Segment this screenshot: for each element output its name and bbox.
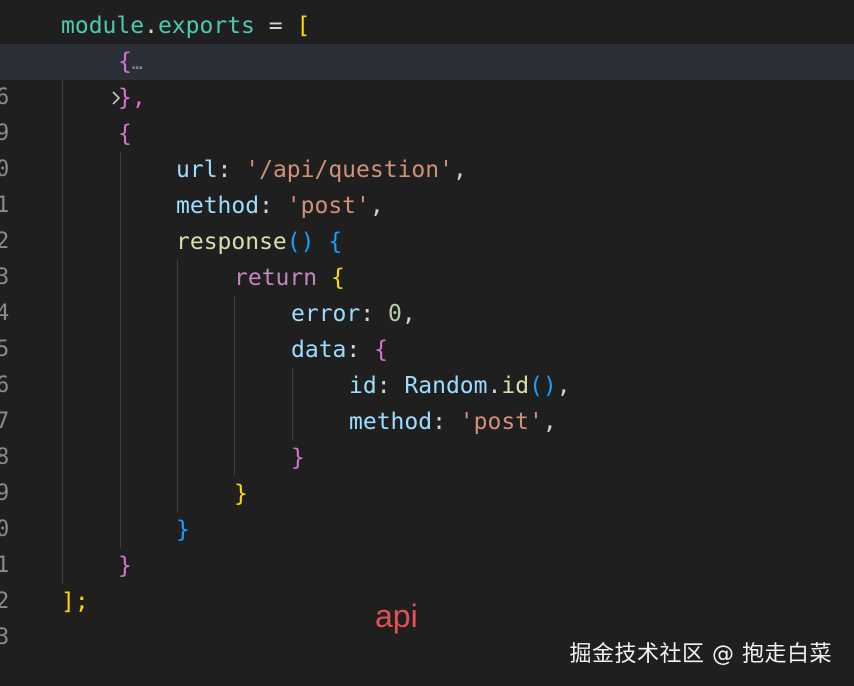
token-dot: . [144, 13, 158, 39]
token-exports: exports [157, 13, 255, 39]
token-close-brace: } [234, 481, 248, 507]
token-paren-close: ) [300, 229, 315, 255]
caption-label: api [375, 598, 418, 634]
token-colon: : [346, 337, 375, 363]
token-id-key: id [349, 373, 377, 399]
token-comma: , [556, 373, 571, 399]
code-line[interactable]: 3 response() { [0, 224, 854, 290]
token-comma: , [542, 409, 557, 435]
token-open-brace: { [118, 121, 132, 147]
code-line[interactable]: 8 method: 'post', [0, 404, 854, 470]
token-response-fn: response [176, 229, 287, 255]
token-error-value: 0 [387, 301, 402, 327]
folded-ellipsis[interactable]: … [132, 53, 143, 74]
token-open-brace: { [374, 337, 388, 363]
token-open-brace: { [330, 265, 345, 291]
code-line[interactable]: 0 { [0, 116, 854, 182]
token-method-key: method [176, 193, 260, 219]
token-close-brace: } [176, 517, 190, 543]
token-paren-close: ) [542, 373, 557, 399]
token-method-value: 'post' [459, 409, 543, 435]
token-return-keyword: return [234, 265, 318, 291]
token-paren-open: ( [529, 373, 543, 399]
code-line-current[interactable]: 6 {… [0, 44, 854, 110]
code-line[interactable]: 9 } [0, 440, 854, 506]
code-line[interactable]: 5 error: 0, [0, 296, 854, 362]
code-line[interactable]: 0 } [0, 476, 854, 542]
token-assign: = [254, 13, 297, 39]
token-close-brace: } [118, 553, 132, 579]
code-line[interactable]: 1 } [0, 512, 854, 578]
token-close-brace: } [291, 445, 305, 471]
token-colon: : [259, 193, 287, 219]
watermark-text: 掘金技术社区 @ 抱走白菜 [569, 642, 832, 667]
token-open-brace: { [118, 49, 132, 75]
token-close-array: ]; [61, 589, 89, 615]
code-line[interactable]: 3 ]; [0, 584, 854, 650]
token-paren-open: ( [286, 229, 301, 255]
code-line[interactable]: 6 data: { [0, 332, 854, 398]
token-error-key: error [291, 301, 361, 327]
token-module: module [61, 13, 145, 39]
token-colon: : [217, 157, 246, 183]
token-random-class: Random [404, 373, 488, 399]
token-open-brace: { [328, 229, 343, 255]
token-dot: . [487, 373, 502, 399]
token-method-key: method [349, 409, 433, 435]
token-comma: , [369, 193, 384, 219]
code-line[interactable]: 7 id: Random.id(), [0, 368, 854, 434]
token-id-fn: id [501, 373, 530, 399]
token-url-key: url [176, 157, 218, 183]
line-number: 3 [0, 625, 10, 650]
token-open-bracket: [ [296, 13, 311, 39]
token-colon: : [376, 373, 405, 399]
code-line[interactable]: 5 module.exports = [ [0, 8, 854, 74]
token-colon: : [432, 409, 460, 435]
token-close-brace-comma: }, [118, 85, 146, 111]
token-method-value: 'post' [286, 193, 370, 219]
code-line[interactable]: 9 }, [0, 80, 854, 146]
code-line[interactable]: 1 url: '/api/question', [0, 152, 854, 218]
token-colon: : [360, 301, 388, 327]
token-comma: , [452, 157, 467, 183]
code-line[interactable]: 2 method: 'post', [0, 188, 854, 254]
code-line[interactable]: 2 } [0, 548, 854, 614]
token-comma: , [401, 301, 416, 327]
code-editor[interactable]: 5 module.exports = [ 6 {… 9 }, 0 { 1 url… [0, 0, 854, 686]
code-line[interactable]: 4 return { [0, 260, 854, 326]
token-data-key: data [291, 337, 347, 363]
token-url-value: '/api/question' [245, 157, 453, 183]
